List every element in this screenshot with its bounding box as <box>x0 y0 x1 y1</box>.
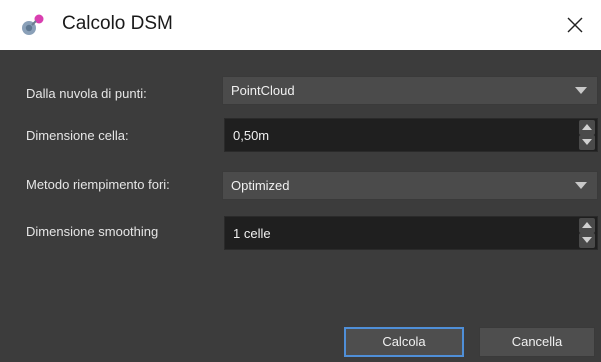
hole-fill-select[interactable]: Optimized <box>222 171 598 200</box>
increment-icon[interactable] <box>579 218 595 233</box>
chevron-down-icon <box>575 182 587 189</box>
point-cloud-select[interactable]: PointCloud <box>222 76 598 105</box>
window-title: Calcolo DSM <box>62 13 173 34</box>
smoothing-label: Dimensione smoothing <box>26 224 159 239</box>
smoothing-value: 1 celle <box>233 226 271 241</box>
cell-size-spinbox[interactable]: 0,50m <box>224 118 598 152</box>
cancella-button[interactable]: Cancella <box>479 327 595 357</box>
hole-fill-value: Optimized <box>231 178 290 193</box>
smoothing-spinbox[interactable]: 1 celle <box>224 216 598 250</box>
close-icon <box>567 17 583 33</box>
hole-fill-label: Metodo riempimento fori: <box>26 177 170 192</box>
title-bar: Calcolo DSM <box>0 0 601 50</box>
cell-size-stepper <box>577 119 597 151</box>
increment-icon[interactable] <box>579 120 595 135</box>
cell-size-label: Dimensione cella: <box>26 128 129 143</box>
decrement-icon[interactable] <box>579 233 595 248</box>
close-button[interactable] <box>560 10 590 40</box>
calcola-button[interactable]: Calcola <box>344 327 464 357</box>
cell-size-value: 0,50m <box>233 128 270 143</box>
chevron-down-icon <box>575 87 587 94</box>
point-cloud-label: Dalla nuvola di punti: <box>26 86 147 101</box>
point-cloud-value: PointCloud <box>231 83 295 98</box>
decrement-icon[interactable] <box>579 135 595 150</box>
smoothing-stepper <box>577 217 597 249</box>
molecule-icon <box>22 14 44 35</box>
